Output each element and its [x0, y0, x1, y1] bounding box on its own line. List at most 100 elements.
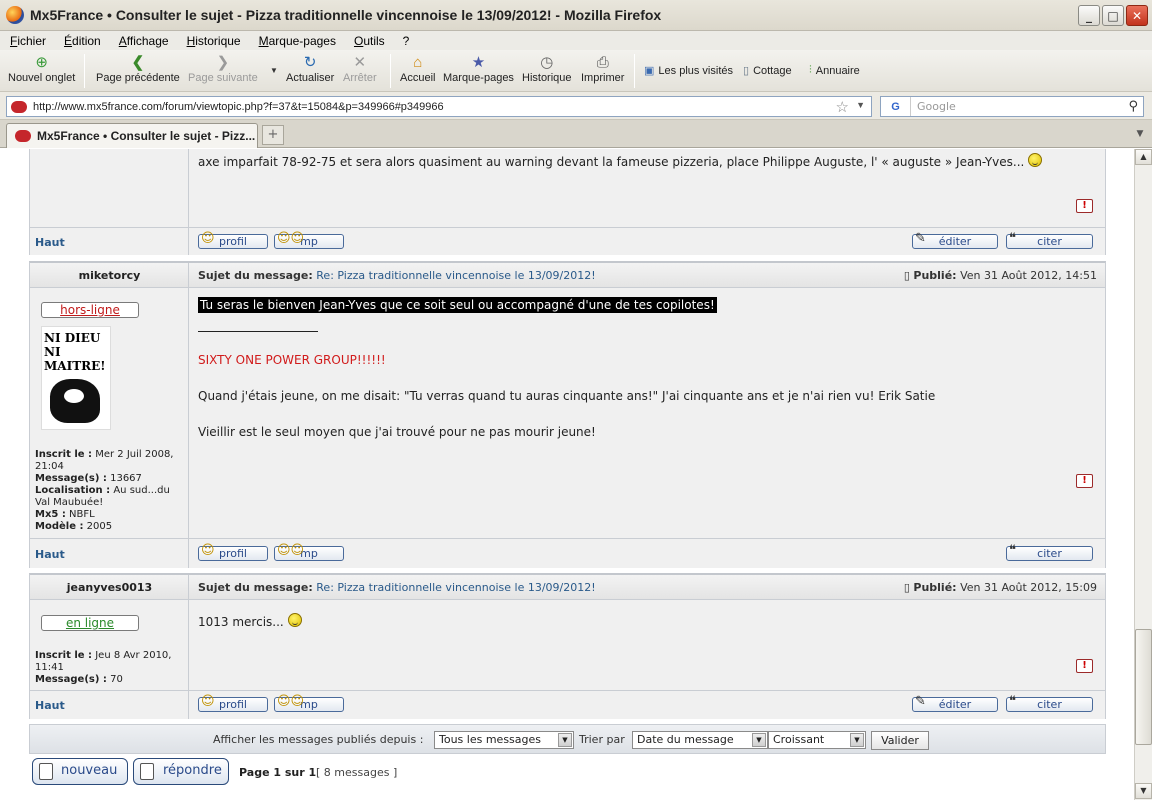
chevron-down-icon: ▼ [558, 733, 572, 747]
history-dropdown-icon[interactable]: ▼ [270, 66, 278, 75]
history-button[interactable]: ◷ Historique [522, 54, 572, 84]
window-titlebar: Mx5France • Consulter le sujet - Pizza t… [0, 0, 1152, 31]
stop-button[interactable]: ✕ Arrêter [343, 54, 377, 84]
chevron-down-icon: ▼ [850, 733, 864, 747]
message-count: [ 8 messages ] [316, 766, 398, 779]
edit-button[interactable]: ✎ éditer [912, 694, 998, 712]
print-button[interactable]: ⎙ Imprimer [581, 54, 624, 84]
post-author[interactable]: jeanyves0013 [30, 581, 189, 594]
back-button[interactable]: ❮ Page précédente [96, 54, 180, 84]
new-topic-button[interactable]: nouveau [32, 758, 128, 785]
tab-label: Mx5France • Consulter le sujet - Pizz... [37, 129, 256, 143]
post-body: en ligne Inscrit le : Jeu 8 Avr 2010, 11… [29, 600, 1106, 690]
post-date: ▯ Publié: Ven 31 Août 2012, 15:09 [903, 581, 1097, 594]
menu-historique[interactable]: Historique [177, 34, 249, 48]
forward-button[interactable]: ❯ Page suivante [188, 54, 258, 84]
stop-label: Arrêter [343, 72, 377, 84]
google-icon[interactable]: G [881, 97, 911, 116]
page-content: axe imparfait 78-92-75 et sera alors qua… [0, 149, 1134, 800]
quote-bubble-icon: ❝ [1009, 694, 1016, 709]
page-info: Page 1 sur 1 [239, 766, 317, 779]
search-icon[interactable]: ⚲ [1128, 99, 1138, 114]
edit-button[interactable]: ✎ éditer [912, 232, 998, 249]
status-badge-offline: hors-ligne [41, 302, 139, 318]
quote-button[interactable]: ❝ citer [1006, 231, 1093, 249]
bookmark-most-visited[interactable]: ▣ Les plus visités [644, 64, 733, 78]
quote-button[interactable]: ❝ citer [1006, 544, 1093, 561]
url-dropdown-icon[interactable]: ▼ [856, 100, 865, 110]
scroll-up-icon[interactable]: ▲ [1135, 149, 1152, 165]
filter-label: Afficher les messages publiés depuis : [213, 733, 424, 746]
order-select[interactable]: Croissant ▼ [768, 731, 866, 749]
new-tab-plus-button[interactable]: + [262, 125, 284, 145]
firefox-icon [6, 6, 24, 24]
quote-bubble-icon: ❝ [1009, 231, 1016, 246]
tab-list-icon[interactable]: ▼ [1132, 125, 1148, 143]
bookmark-star-icon[interactable]: ☆ [836, 98, 849, 116]
top-link[interactable]: Haut [35, 548, 65, 561]
reload-button[interactable]: ↻ Actualiser [286, 54, 334, 84]
back-arrow-icon: ❮ [131, 54, 145, 71]
post-author[interactable]: miketorcy [30, 269, 189, 282]
scroll-down-icon[interactable]: ▼ [1135, 783, 1152, 799]
menu-outils[interactable]: Outils [344, 34, 393, 48]
top-link[interactable]: Haut [35, 699, 65, 712]
menu-help[interactable]: ? [393, 34, 418, 48]
minimize-button[interactable]: _ [1078, 5, 1100, 26]
bookmarks-label: Marque-pages [443, 72, 514, 84]
search-placeholder: Google [917, 100, 956, 113]
maximize-button[interactable]: □ [1102, 5, 1124, 26]
pencil-icon: ✎ [915, 694, 926, 709]
post-subject: Sujet du message: Re: Pizza traditionnel… [198, 269, 596, 282]
chevron-down-icon: ▼ [752, 733, 766, 747]
document-icon [140, 763, 154, 780]
menu-marque-pages[interactable]: Marque-pages [249, 34, 344, 48]
search-field[interactable]: G Google ⚲ [880, 96, 1144, 117]
submit-button[interactable]: Valider [871, 731, 929, 750]
report-icon[interactable]: ! [1076, 199, 1093, 213]
post-subject: Sujet du message: Re: Pizza traditionnel… [198, 581, 596, 594]
profile-button[interactable]: ☺ profil [198, 232, 268, 249]
highlighted-text: Tu seras le bienven Jean-Yves que ce soi… [198, 297, 717, 313]
avatar: NI DIEU NI MAITRE! [41, 326, 111, 430]
post-actions: Haut ☺ profil ☺☺ mp ✎ éditer ❝ citer [29, 227, 1106, 255]
profile-button[interactable]: ☺ profil [198, 694, 268, 712]
home-button[interactable]: ⌂ Accueil [400, 54, 435, 84]
vertical-scrollbar[interactable]: ▲ ▼ [1134, 149, 1152, 800]
filter-select[interactable]: Tous les messages ▼ [434, 731, 574, 749]
menu-bar: Fichier Édition Affichage Historique Mar… [0, 31, 1152, 50]
history-label: Historique [522, 72, 572, 84]
post-subject-link[interactable]: Re: Pizza traditionnelle vincennoise le … [316, 581, 595, 594]
window-title: Mx5France • Consulter le sujet - Pizza t… [30, 7, 662, 23]
url-field[interactable]: http://www.mx5france.com/forum/viewtopic… [6, 96, 872, 117]
report-icon[interactable]: ! [1076, 474, 1093, 488]
quote-button[interactable]: ❝ citer [1006, 694, 1093, 712]
bookmark-cottage[interactable]: ▯ Cottage [743, 64, 792, 78]
avatar-text: NI DIEU NI MAITRE! [44, 331, 106, 373]
pm-button[interactable]: ☺☺ mp [274, 232, 344, 249]
bookmark-annuaire[interactable]: ⫶ Annuaire [809, 64, 860, 77]
print-label: Imprimer [581, 72, 625, 84]
status-badge-online: en ligne [41, 615, 139, 631]
tab-active[interactable]: Mx5France • Consulter le sujet - Pizz... [6, 123, 258, 148]
navigation-toolbar: ⊕ Nouvel onglet ❮ Page précédente ❯ Page… [0, 50, 1152, 92]
menu-fichier[interactable]: Fichier [0, 34, 54, 48]
menu-affichage[interactable]: Affichage [109, 34, 177, 48]
user-icon: ☺ [201, 694, 215, 709]
post-text: Tu seras le bienven Jean-Yves que ce soi… [198, 297, 717, 313]
report-icon[interactable]: ! [1076, 659, 1093, 673]
bookmarks-button[interactable]: ★ Marque-pages [443, 54, 514, 84]
new-tab-button[interactable]: ⊕ Nouvel onglet [8, 54, 75, 84]
menu-edition[interactable]: Édition [54, 34, 109, 48]
reply-button[interactable]: répondre [133, 758, 229, 785]
pm-button[interactable]: ☺☺ mp [274, 544, 344, 561]
top-link[interactable]: Haut [35, 236, 65, 249]
close-button[interactable]: ✕ [1126, 5, 1148, 26]
site-favicon [11, 100, 27, 113]
sort-select[interactable]: Date du message ▼ [632, 731, 768, 749]
profile-button[interactable]: ☺ profil [198, 544, 268, 561]
scroll-thumb[interactable] [1135, 629, 1152, 745]
post-actions: Haut ☺ profil ☺☺ mp ❝ citer [29, 538, 1106, 568]
post-subject-link[interactable]: Re: Pizza traditionnelle vincennoise le … [316, 269, 595, 282]
pm-button[interactable]: ☺☺ mp [274, 695, 344, 712]
